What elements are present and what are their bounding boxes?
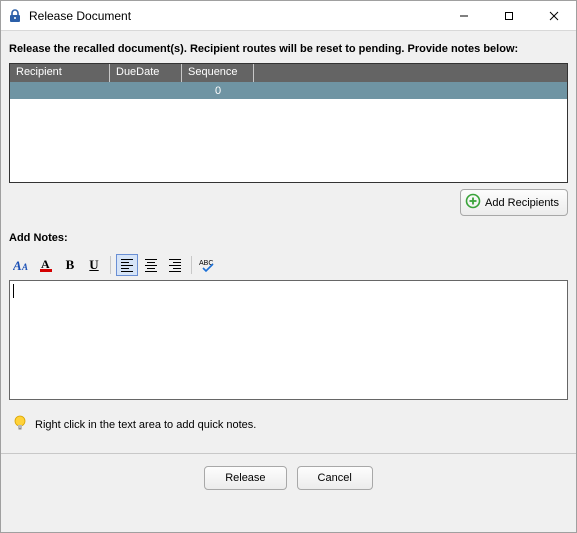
hint-row: Right click in the text area to add quic… bbox=[9, 414, 568, 435]
table-body[interactable]: 0 bbox=[10, 82, 567, 182]
font-size-button[interactable]: A A bbox=[11, 254, 33, 276]
add-recipients-label: Add Recipients bbox=[485, 197, 559, 209]
release-button[interactable]: Release bbox=[204, 466, 286, 490]
instruction-text: Release the recalled document(s). Recipi… bbox=[9, 43, 568, 55]
add-notes-label: Add Notes: bbox=[9, 232, 568, 244]
dialog-buttons: Release Cancel bbox=[1, 453, 576, 504]
minimize-button[interactable] bbox=[441, 1, 486, 30]
toolbar-separator bbox=[110, 256, 111, 274]
plus-circle-icon bbox=[465, 193, 481, 212]
lock-icon bbox=[7, 8, 23, 24]
titlebar: Release Document bbox=[1, 1, 576, 31]
underline-button[interactable]: U bbox=[83, 254, 105, 276]
cancel-button[interactable]: Cancel bbox=[297, 466, 373, 490]
col-duedate[interactable]: DueDate bbox=[110, 64, 182, 82]
svg-text:A: A bbox=[13, 258, 22, 273]
col-recipient[interactable]: Recipient bbox=[10, 64, 110, 82]
align-left-button[interactable] bbox=[116, 254, 138, 276]
spellcheck-button[interactable]: ABC bbox=[197, 254, 219, 276]
text-caret bbox=[13, 284, 14, 298]
col-spacer bbox=[254, 64, 567, 82]
recipients-table[interactable]: Recipient DueDate Sequence 0 bbox=[9, 63, 568, 183]
svg-text:A: A bbox=[21, 262, 28, 272]
hint-text: Right click in the text area to add quic… bbox=[35, 419, 256, 431]
editor-toolbar: A A A B U bbox=[9, 254, 568, 280]
align-right-button[interactable] bbox=[164, 254, 186, 276]
bold-button[interactable]: B bbox=[59, 254, 81, 276]
table-row[interactable]: 0 bbox=[10, 82, 567, 99]
toolbar-separator bbox=[191, 256, 192, 274]
lightbulb-icon bbox=[13, 414, 27, 435]
font-color-button[interactable]: A bbox=[35, 254, 57, 276]
align-center-button[interactable] bbox=[140, 254, 162, 276]
svg-text:A: A bbox=[41, 257, 50, 271]
table-header: Recipient DueDate Sequence bbox=[10, 64, 567, 82]
cell-sequence: 0 bbox=[182, 85, 254, 97]
maximize-button[interactable] bbox=[486, 1, 531, 30]
col-sequence[interactable]: Sequence bbox=[182, 64, 254, 82]
close-button[interactable] bbox=[531, 1, 576, 30]
window-title: Release Document bbox=[29, 9, 441, 23]
add-recipients-button[interactable]: Add Recipients bbox=[460, 189, 568, 216]
notes-textarea[interactable] bbox=[9, 280, 568, 400]
